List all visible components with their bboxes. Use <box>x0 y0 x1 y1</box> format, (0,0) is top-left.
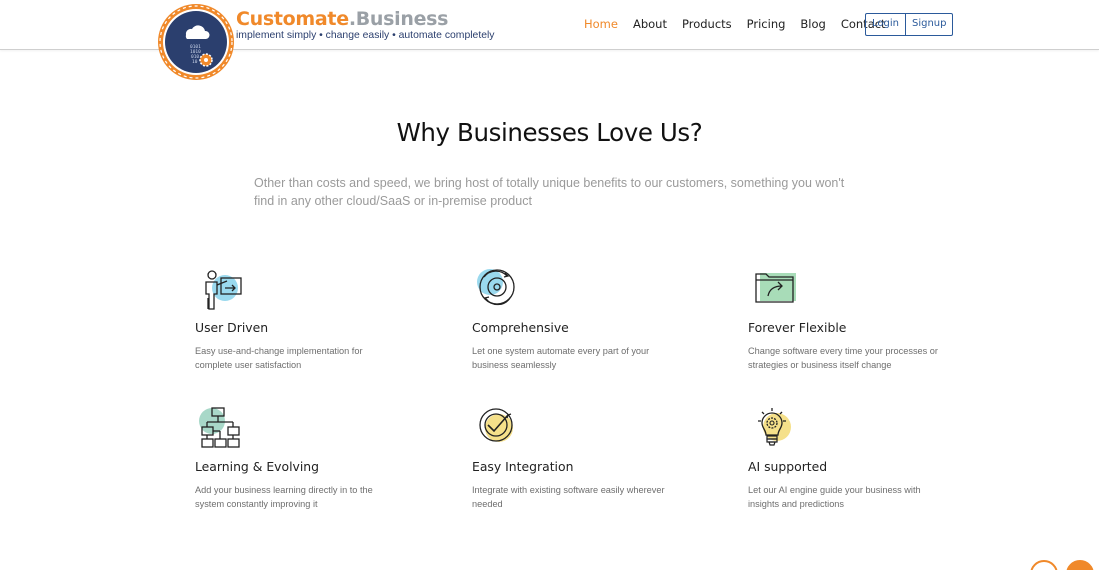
feature-description: Change software every time your processe… <box>748 346 938 370</box>
feature-title: Comprehensive <box>472 320 569 335</box>
presenter-icon <box>205 270 242 310</box>
logo-icon[interactable]: 0101 1010 010 10 <box>156 2 238 84</box>
section-description: Other than costs and speed, we bring hos… <box>254 176 845 208</box>
svg-text:10: 10 <box>192 59 198 65</box>
feature-description: Let one system automate every part of yo… <box>472 346 650 370</box>
brand-name-part1: Customate <box>236 8 349 30</box>
feature-title: Forever Flexible <box>748 320 847 335</box>
site-header: 0101 1010 010 10 Customate.Business impl… <box>0 0 1099 80</box>
nav-about[interactable]: About <box>633 17 667 31</box>
login-button[interactable]: Login <box>866 14 906 35</box>
cycle-target-icon <box>477 269 515 306</box>
feature-title: Easy Integration <box>472 459 574 474</box>
feature-title: User Driven <box>195 320 269 335</box>
check-target-icon <box>479 408 513 442</box>
brand-name-part2: .Business <box>348 8 449 30</box>
feature-description: Let our AI engine guide your business wi… <box>748 485 921 509</box>
auth-buttons: Login Signup <box>865 13 954 36</box>
nav-pricing[interactable]: Pricing <box>747 17 786 31</box>
hierarchy-icon <box>199 407 240 448</box>
bulb-gear-icon <box>758 408 791 446</box>
feature-description: Add your business learning directly in t… <box>195 485 373 509</box>
nav-home[interactable]: Home <box>584 17 618 31</box>
floating-button-right[interactable] <box>1066 560 1094 570</box>
section-title: Why Businesses Love Us? <box>396 118 703 147</box>
signup-button[interactable]: Signup <box>906 14 953 35</box>
feature-description: Integrate with existing software easily … <box>472 485 665 509</box>
folder-share-icon <box>755 273 796 303</box>
feature-description: Easy use-and-change implementation for c… <box>195 346 363 370</box>
brand[interactable]: Customate.Business implement simply • ch… <box>236 8 495 42</box>
feature-title: Learning & Evolving <box>195 459 320 474</box>
nav-blog[interactable]: Blog <box>800 17 825 31</box>
brand-tagline: implement simply • change easily • autom… <box>236 30 495 41</box>
nav-products[interactable]: Products <box>682 17 732 31</box>
main-nav: Home About Products Pricing Blog Contact <box>584 17 901 31</box>
floating-button-left[interactable] <box>1030 560 1058 570</box>
brand-name: Customate.Business <box>236 8 495 30</box>
feature-title: AI supported <box>748 459 828 474</box>
